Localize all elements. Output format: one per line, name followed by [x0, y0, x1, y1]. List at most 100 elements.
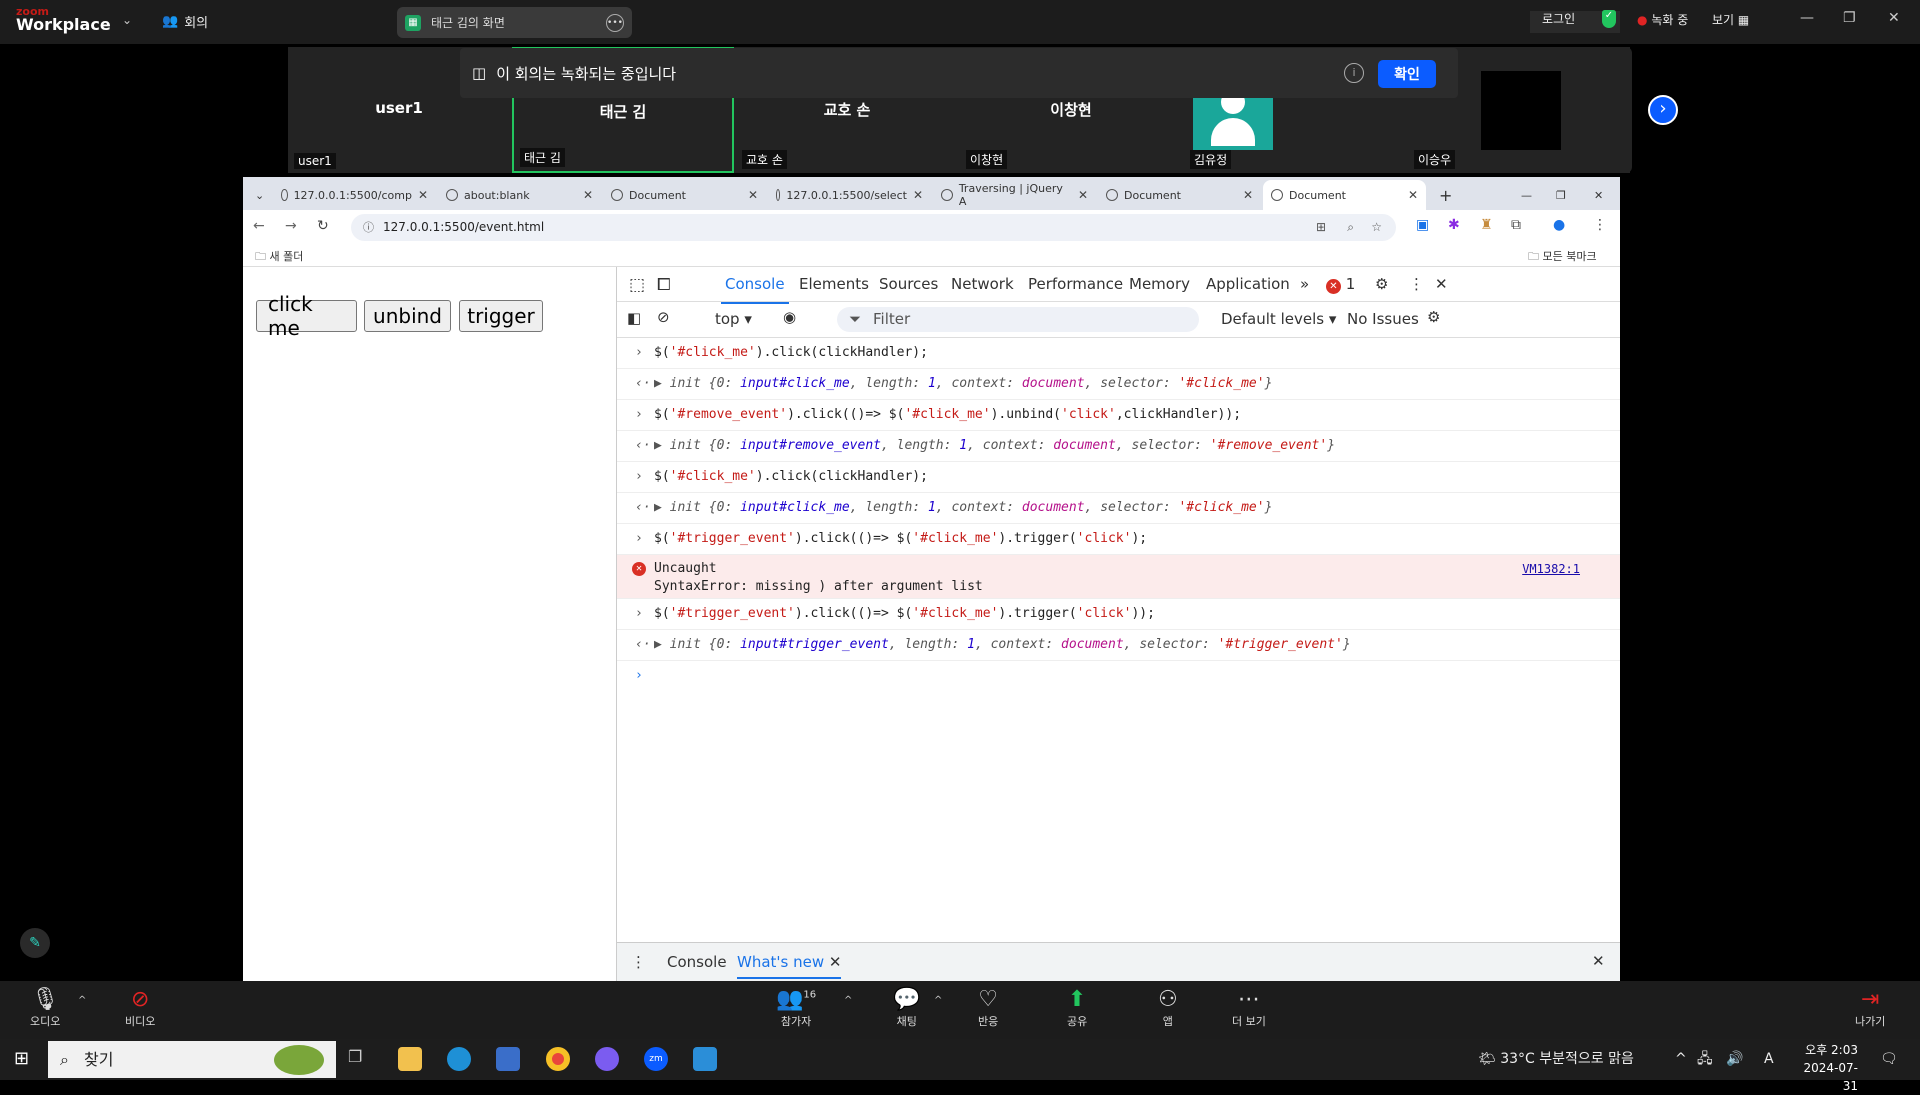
edge-icon[interactable] — [447, 1047, 471, 1071]
levels-select[interactable]: Default levels ▾ — [1221, 310, 1336, 328]
console-input[interactable]: › $('#click_me').click(clickHandler); — [617, 338, 1620, 369]
tab-console[interactable]: Console — [721, 275, 789, 304]
banner-ok-button[interactable]: 확인 — [1378, 60, 1436, 88]
unbind-button[interactable]: unbind — [364, 300, 451, 332]
tab-performance[interactable]: Performance — [1028, 275, 1123, 293]
star-icon[interactable]: ☆ — [1371, 214, 1382, 241]
ime-indicator[interactable]: A — [1764, 1039, 1774, 1080]
minimize-icon[interactable]: — — [1513, 180, 1540, 210]
chevron-up-icon[interactable]: ^ — [78, 995, 86, 1006]
click-me-button[interactable]: click me — [256, 292, 357, 340]
tab-memory[interactable]: Memory — [1129, 275, 1190, 293]
file-explorer-icon[interactable] — [398, 1047, 422, 1071]
network-icon[interactable]: 🖧 — [1697, 1039, 1713, 1080]
task-view-icon[interactable]: ❐ — [348, 1047, 372, 1071]
tab-elements[interactable]: Elements — [799, 275, 869, 293]
chevron-up-icon[interactable]: ^ — [934, 995, 942, 1006]
pencil-icon[interactable]: ✎ — [20, 928, 50, 958]
console-input[interactable]: › $('#trigger_event').click(()=> $('#clic… — [617, 599, 1620, 630]
console-prompt[interactable]: › — [617, 661, 1620, 692]
console-result[interactable]: ‹· ▶ init {0: input#click_me, length: 1, … — [617, 369, 1620, 400]
device-icon[interactable]: ⧠ — [657, 275, 671, 295]
close-icon[interactable]: ✕ — [1408, 188, 1418, 202]
console-result[interactable]: ‹· ▶ init {0: input#click_me, length: 1, … — [617, 493, 1620, 524]
clear-icon[interactable]: ⊘ — [657, 308, 670, 326]
audio-button[interactable]: 🎙 오디오 — [30, 987, 60, 1029]
chrome-icon[interactable] — [546, 1047, 570, 1071]
taskbar-search[interactable]: ⌕ 찾기 — [48, 1041, 336, 1078]
more-tabs-icon[interactable]: » — [1300, 275, 1309, 293]
zoom-icon[interactable]: ⌕ — [1347, 214, 1354, 241]
forward-icon[interactable]: → — [285, 218, 297, 234]
browser-tab[interactable]: about:blank ✕ — [438, 180, 601, 210]
translate-icon[interactable]: ⊞ — [1316, 214, 1326, 241]
context-select[interactable]: top ▾ — [715, 310, 752, 328]
close-icon[interactable]: ✕ — [1243, 188, 1253, 202]
console-input[interactable]: › $('#trigger_event').click(()=> $('#clic… — [617, 524, 1620, 555]
chat-button[interactable]: 💬 채팅 — [893, 987, 920, 1029]
store-icon[interactable] — [496, 1047, 520, 1071]
volume-icon[interactable]: 🔊 — [1726, 1039, 1743, 1080]
console-result[interactable]: ‹· ▶ init {0: input#trigger_event, length… — [617, 630, 1620, 661]
weather-widget[interactable]: 🌤 33°C 부분적으로 맑음 — [1478, 1039, 1634, 1080]
minimize-icon[interactable]: — — [1800, 10, 1814, 26]
vscode-icon[interactable] — [693, 1047, 717, 1071]
issues-label[interactable]: No Issues — [1347, 310, 1419, 328]
leave-button[interactable]: ⇥ 나가기 — [1855, 987, 1885, 1029]
apps-button[interactable]: ⚇ 앱 — [1158, 987, 1178, 1029]
close-icon[interactable]: ✕ — [1888, 10, 1900, 26]
browser-tab[interactable]: Traversing | jQuery A ✕ — [933, 180, 1096, 210]
menu-icon[interactable]: ⋮ — [631, 953, 646, 971]
tab-sources[interactable]: Sources — [879, 275, 938, 293]
video-button[interactable]: ⊘ 비디오 — [125, 987, 155, 1029]
all-bookmarks[interactable]: 🗀 모든 북마크 — [1528, 248, 1597, 267]
url-bar[interactable]: ⓘ 127.0.0.1:5500/event.html ⊞ ⌕ ☆ — [351, 214, 1396, 241]
reactions-button[interactable]: ♡ 반응 — [978, 987, 998, 1029]
error-source-link[interactable]: VM1382:1 — [1522, 560, 1580, 578]
share-button[interactable]: ⬆ 공유 — [1067, 987, 1087, 1029]
tab-application[interactable]: Application — [1206, 275, 1290, 293]
tab-network[interactable]: Network — [951, 275, 1014, 293]
drawer-tab-console[interactable]: Console — [667, 953, 727, 971]
back-icon[interactable]: ← — [253, 218, 265, 234]
close-icon[interactable]: ✕ — [1078, 188, 1088, 202]
close-icon[interactable]: ✕ — [1586, 180, 1611, 210]
new-tab-icon[interactable]: + — [1431, 180, 1460, 210]
close-icon[interactable]: ✕ — [583, 188, 593, 202]
meeting-menu[interactable]: 👥 회의 — [162, 12, 208, 31]
error-counter[interactable]: ✕ 1 — [1326, 275, 1355, 294]
close-icon[interactable]: ✕ — [913, 188, 923, 202]
menu-icon[interactable]: ⋮ — [1593, 217, 1607, 233]
browser-tab[interactable]: 127.0.0.1:5500/select ✕ — [768, 180, 931, 210]
chevron-down-icon[interactable]: ⌄ — [122, 13, 132, 27]
participants-button[interactable]: 👥16 참가자 — [776, 987, 816, 1029]
profile-icon[interactable]: ● — [1553, 217, 1565, 233]
view-button[interactable]: 보기 ▦ — [1712, 11, 1749, 28]
zoom-app-icon[interactable]: zm — [644, 1047, 668, 1071]
filter-input[interactable]: ⏷ Filter — [837, 307, 1199, 332]
info-icon[interactable]: i — [1344, 63, 1364, 83]
extension-icon[interactable]: ✱ — [1448, 217, 1460, 233]
more-icon[interactable]: ••• — [606, 13, 624, 32]
recording-indicator[interactable]: ● 녹화 중 — [1637, 11, 1688, 28]
shield-icon[interactable]: ✓ — [1602, 10, 1616, 28]
puzzle-icon[interactable]: ⧉ — [1511, 217, 1521, 233]
reload-icon[interactable]: ↻ — [317, 218, 329, 234]
close-icon[interactable]: ✕ — [1592, 952, 1605, 970]
gear-icon[interactable]: ⚙ — [1427, 308, 1440, 326]
windows-icon[interactable]: ⊞ — [14, 1048, 29, 1069]
browser-tab[interactable]: Document ✕ — [1098, 180, 1261, 210]
sidebar-icon[interactable]: ◧ — [627, 309, 641, 327]
close-icon[interactable]: ✕ — [418, 188, 428, 202]
notification-icon[interactable]: 🗨 — [1880, 1039, 1898, 1080]
close-icon[interactable]: ✕ — [748, 188, 758, 202]
tray-chevron-icon[interactable]: ^ — [1675, 1039, 1687, 1080]
more-button[interactable]: ⋯ 더 보기 — [1232, 987, 1266, 1029]
tab-search-icon[interactable]: ⌄ — [247, 180, 269, 210]
chevron-right-icon[interactable]: › — [1648, 95, 1678, 125]
console-error[interactable]: ✕ Uncaught SyntaxError: missing ) after ar… — [617, 555, 1620, 599]
drawer-tab-whats-new[interactable]: What's new ✕ — [737, 953, 842, 979]
menu-icon[interactable]: ⋮ — [1409, 275, 1424, 293]
site-info-icon[interactable]: ⓘ — [363, 214, 374, 241]
console-input[interactable]: › $('#click_me').click(clickHandler); — [617, 462, 1620, 493]
